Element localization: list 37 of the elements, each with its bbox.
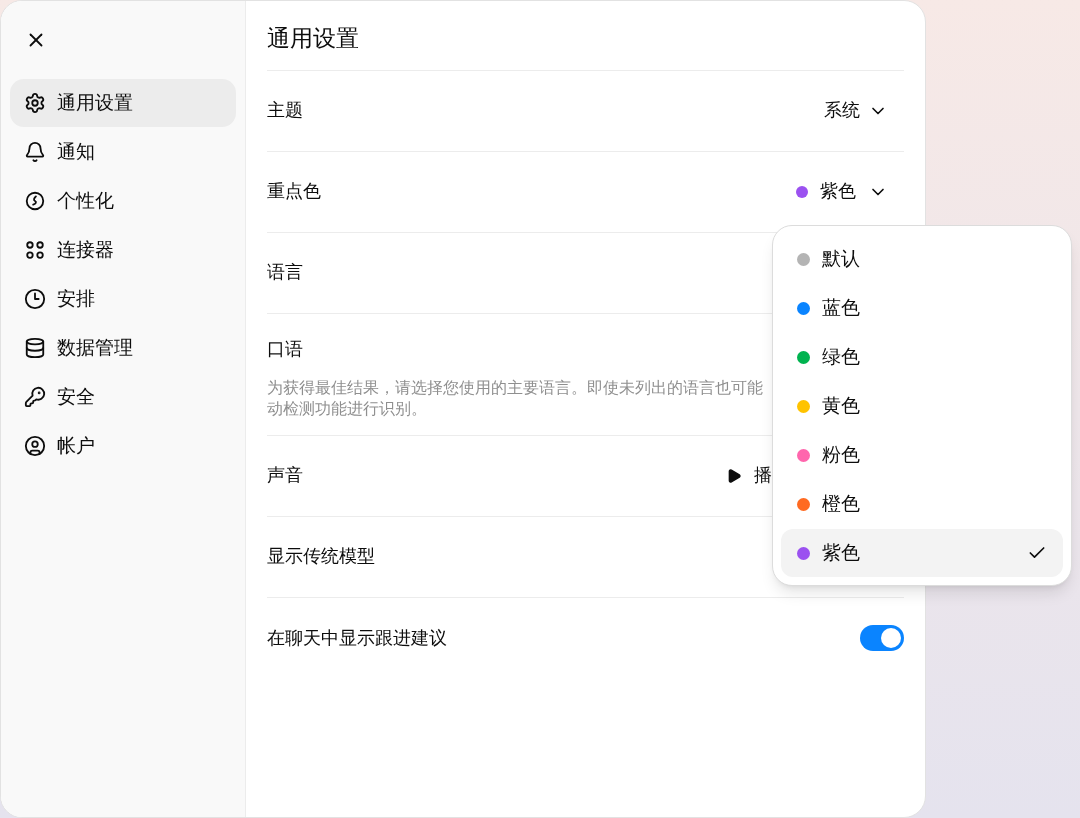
- setting-label: 语言: [267, 261, 303, 284]
- color-option[interactable]: 橙色: [781, 480, 1063, 528]
- sidebar-item[interactable]: 连接器: [10, 226, 236, 274]
- settings-icon: [24, 92, 46, 114]
- circle-squiggle-icon: [24, 190, 46, 212]
- setting-label: 声音: [267, 464, 303, 487]
- color-option[interactable]: 默认: [781, 235, 1063, 283]
- color-option[interactable]: 绿色: [781, 333, 1063, 381]
- color-option[interactable]: 粉色: [781, 431, 1063, 479]
- color-option[interactable]: 蓝色: [781, 284, 1063, 332]
- color-option[interactable]: 黄色: [781, 382, 1063, 430]
- four-circles-icon: [24, 239, 46, 261]
- sidebar-item[interactable]: 安排: [10, 275, 236, 323]
- play-button[interactable]: 播: [726, 462, 772, 489]
- sidebar-item[interactable]: 通知: [10, 128, 236, 176]
- bell-icon: [24, 141, 46, 163]
- setting-label: 重点色: [267, 180, 321, 203]
- user-icon: [24, 435, 46, 457]
- clock-icon: [24, 288, 46, 310]
- page-title: 通用设置: [267, 21, 904, 71]
- sidebar-item[interactable]: 通用设置: [10, 79, 236, 127]
- sidebar-item[interactable]: 帐户: [10, 422, 236, 470]
- sidebar-item[interactable]: 个性化: [10, 177, 236, 225]
- database-icon: [24, 337, 46, 359]
- setting-description: 为获得最佳结果，请选择您使用的主要语言。即使未列出的语言也可能 动检测功能进行识别。: [267, 377, 763, 419]
- setting-label: 在聊天中显示跟进建议: [267, 626, 447, 650]
- play-icon: [726, 467, 742, 484]
- setting-label: 口语: [267, 338, 303, 359]
- setting-label: 显示传统模型: [267, 545, 375, 568]
- sidebar-item[interactable]: 数据管理: [10, 324, 236, 372]
- accent-color-select[interactable]: 紫色: [796, 178, 888, 205]
- key-icon: [24, 386, 46, 408]
- sidebar-item[interactable]: 安全: [10, 373, 236, 421]
- theme-select[interactable]: 系统: [824, 97, 888, 124]
- toggle-switch[interactable]: [860, 625, 904, 651]
- color-option[interactable]: 紫色: [781, 529, 1063, 577]
- setting-label: 主题: [267, 99, 303, 122]
